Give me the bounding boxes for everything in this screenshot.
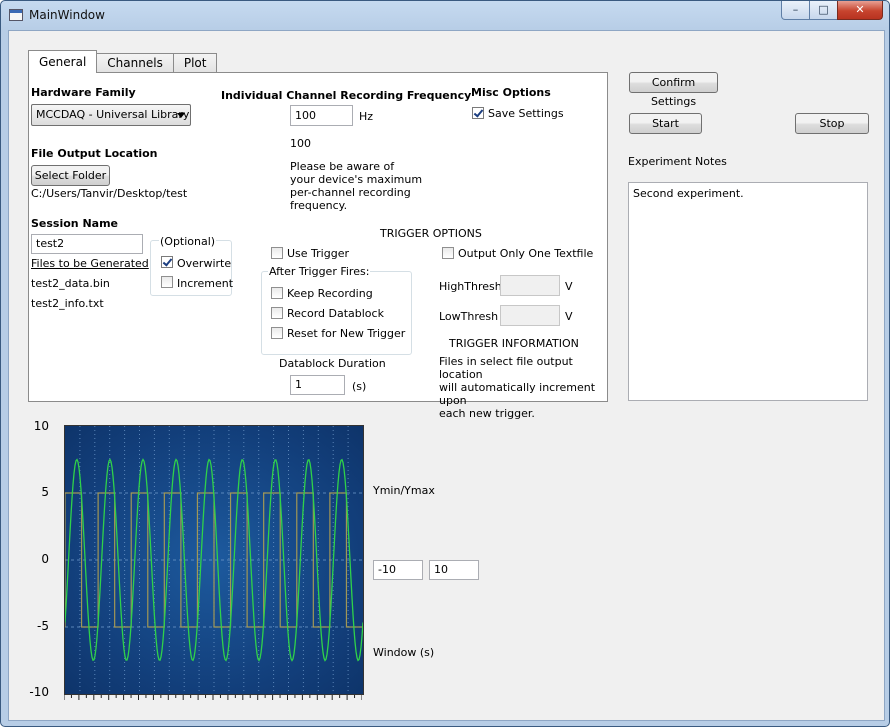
plot-svg <box>64 426 364 694</box>
hardware-family-select[interactable]: MCCDAQ - Universal Library <box>31 104 191 126</box>
confirm-settings-button[interactable]: Confirm Settings <box>629 72 718 108</box>
yminmax-label: Ymin/Ymax <box>373 484 435 497</box>
main-window: MainWindow – □ ✕ General Channels Plot H… <box>0 0 890 727</box>
y-tick-label: 5 <box>41 485 49 499</box>
trigger-info-line: will automatically increment upon <box>439 381 596 407</box>
datablock-label: Datablock Duration <box>279 357 386 370</box>
files-header: Files to be Generated <box>31 257 149 270</box>
hardware-family-label: Hardware Family <box>31 86 136 99</box>
trigger-info-line: each new trigger. <box>439 407 535 420</box>
output-one-textfile-checkbox[interactable] <box>442 247 454 259</box>
trigger-info-line: Files in select file output location <box>439 355 573 381</box>
highthresh-label: HighThresh <box>439 280 502 293</box>
keep-recording-checkbox[interactable] <box>271 287 283 299</box>
record-datablock-checkbox[interactable] <box>271 307 283 319</box>
x-axis-ticks <box>64 695 362 700</box>
freq-warning-line: Please be aware of <box>290 160 395 173</box>
tab-bar: General Channels Plot <box>28 50 218 73</box>
minimize-icon: – <box>792 3 799 16</box>
window-seconds-label: Window (s) <box>373 646 435 659</box>
hardware-family-value: MCCDAQ - Universal Library <box>36 108 190 121</box>
output-one-textfile-label: Output Only One Textfile <box>458 247 594 260</box>
lowthresh-label: LowThresh <box>439 310 499 323</box>
client-area: General Channels Plot Hardware Family MC… <box>8 30 885 721</box>
ymax-input[interactable]: 10 <box>429 560 479 580</box>
select-folder-button[interactable]: Select Folder <box>31 165 110 186</box>
freq-warning-line: your device's maximum <box>290 173 423 186</box>
freq-unit: Hz <box>359 110 374 123</box>
title-bar[interactable]: MainWindow – □ ✕ <box>1 1 889 31</box>
highthresh-input[interactable] <box>500 275 560 296</box>
reset-trigger-checkbox[interactable] <box>271 327 283 339</box>
trigger-options-label: TRIGGER OPTIONS <box>380 227 482 240</box>
freq-warning-line: frequency. <box>290 199 348 212</box>
optional-label: (Optional) <box>159 235 217 248</box>
experiment-notes-label: Experiment Notes <box>628 155 727 168</box>
trigger-info-text: Files in select file output location wil… <box>439 355 607 420</box>
freq-input[interactable]: 100 <box>290 105 353 126</box>
maximize-icon: □ <box>818 3 829 16</box>
lowthresh-unit: V <box>565 310 573 323</box>
use-trigger-label: Use Trigger <box>287 247 349 260</box>
y-tick-label: 0 <box>41 552 49 566</box>
use-trigger-checkbox[interactable] <box>271 247 283 259</box>
close-icon: ✕ <box>855 3 865 16</box>
file-output-label: File Output Location <box>31 147 158 160</box>
datablock-unit: (s) <box>352 380 367 393</box>
freq-warning: Please be aware of your device's maximum… <box>290 160 422 212</box>
minimize-button[interactable]: – <box>781 1 810 20</box>
trigger-info-label: TRIGGER INFORMATION <box>449 337 579 350</box>
window-title: MainWindow <box>29 8 105 22</box>
keep-recording-label: Keep Recording <box>287 287 373 300</box>
chevron-down-icon <box>177 113 185 118</box>
ymin-input[interactable]: -10 <box>373 560 423 580</box>
misc-options-label: Misc Options <box>471 86 551 99</box>
overwrite-checkbox[interactable] <box>161 256 173 268</box>
save-settings-label: Save Settings <box>488 107 564 120</box>
session-name-input[interactable]: test2 <box>31 234 143 254</box>
close-button[interactable]: ✕ <box>837 1 883 20</box>
reset-trigger-label: Reset for New Trigger <box>287 327 406 340</box>
increment-checkbox[interactable] <box>161 276 173 288</box>
freq-warning-line: per-channel recording <box>290 186 411 199</box>
folder-path: C:/Users/Tanvir/Desktop/test <box>31 187 188 200</box>
y-tick-label: 10 <box>33 419 49 433</box>
stop-button[interactable]: Stop <box>795 113 869 134</box>
lowthresh-input[interactable] <box>500 305 560 326</box>
experiment-notes-textarea[interactable]: Second experiment. <box>628 182 868 401</box>
y-tick-label: -10 <box>29 685 49 699</box>
general-tab-panel: Hardware Family MCCDAQ - Universal Libra… <box>28 72 608 420</box>
increment-label: Increment <box>177 277 234 290</box>
maximize-button[interactable]: □ <box>809 1 838 20</box>
file-item: test2_info.txt <box>31 297 104 310</box>
file-item: test2_data.bin <box>31 277 110 290</box>
after-trigger-label: After Trigger Fires: <box>268 265 371 278</box>
highthresh-unit: V <box>565 280 573 293</box>
tab-channels[interactable]: Channels <box>96 53 174 73</box>
start-button[interactable]: Start <box>629 113 702 134</box>
record-datablock-label: Record Datablock <box>287 307 384 320</box>
tab-general[interactable]: General <box>28 50 98 73</box>
tab-plot[interactable]: Plot <box>172 53 218 73</box>
freq-label: Individual Channel Recording Frequency <box>221 89 472 102</box>
datablock-input[interactable]: 1 <box>290 375 345 395</box>
signal-plot[interactable] <box>64 425 364 695</box>
app-icon <box>9 9 23 21</box>
overwrite-label: Overwirte <box>177 257 232 270</box>
y-tick-label: -5 <box>37 619 49 633</box>
save-settings-checkbox[interactable] <box>472 107 484 119</box>
freq-display: 100 <box>290 137 311 150</box>
session-name-label: Session Name <box>31 217 119 230</box>
